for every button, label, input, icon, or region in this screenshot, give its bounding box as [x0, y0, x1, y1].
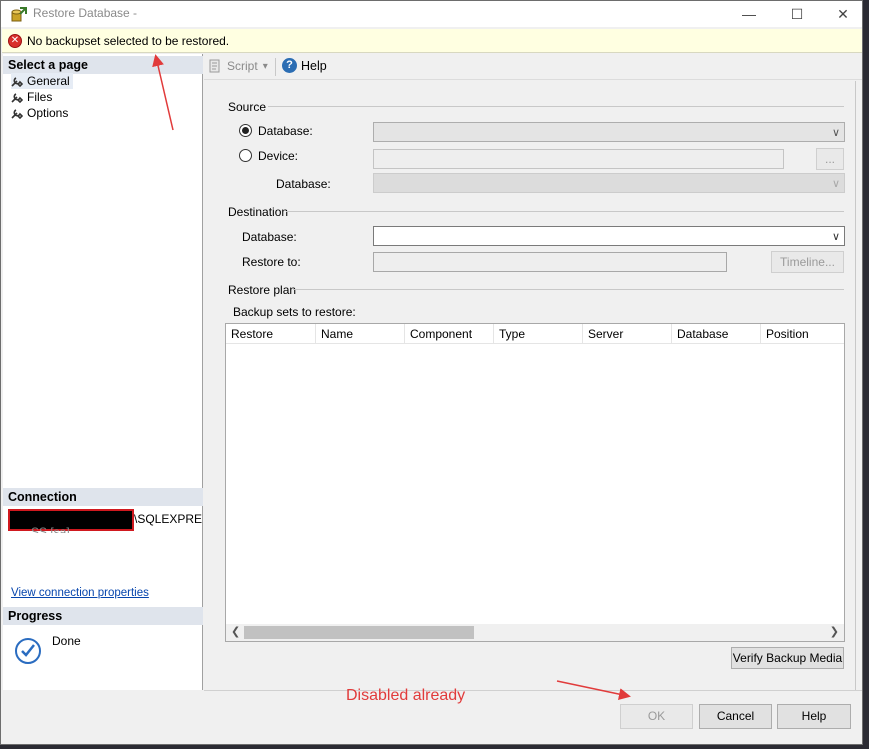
source-sub-database-label: Database: — [276, 177, 331, 191]
scroll-right-icon[interactable]: ❯ — [830, 625, 839, 638]
restore-database-icon — [11, 7, 27, 22]
close-button[interactable]: ✕ — [820, 1, 866, 27]
column-database[interactable]: Database — [672, 324, 761, 344]
column-component[interactable]: Component — [405, 324, 494, 344]
page-files[interactable]: Files — [11, 89, 55, 105]
destination-database-label: Database: — [242, 230, 297, 244]
help-footer-button[interactable]: Help — [777, 704, 851, 729]
source-device-label: Device: — [258, 149, 299, 163]
script-dropdown-icon[interactable]: ▾ — [263, 61, 268, 72]
vertical-scrollbar[interactable] — [856, 81, 862, 690]
restore-plan-divider — [293, 289, 844, 290]
title-bar: Restore Database - — ☐ ✕ — [1, 1, 862, 27]
page-general[interactable]: General — [11, 73, 73, 89]
page-general-label: General — [27, 74, 70, 88]
source-group: Source — [228, 100, 266, 114]
wrench-icon — [11, 109, 23, 119]
wrench-icon — [11, 77, 23, 87]
page-options-label: Options — [27, 106, 69, 120]
source-group-label: Source — [228, 100, 267, 114]
column-name[interactable]: Name — [316, 324, 405, 344]
view-connection-properties-link[interactable]: View connection properties — [11, 587, 149, 599]
progress-header: Progress — [3, 607, 203, 625]
minimize-button[interactable]: — — [726, 1, 772, 27]
grid-header: Restore Name Component Type Server Datab… — [226, 324, 844, 344]
restore-plan-group: Restore plan — [228, 283, 296, 297]
error-message: No backupset selected to be restored. — [27, 34, 230, 48]
source-sub-database-combo[interactable]: ∨ — [373, 173, 845, 193]
restore-to-field[interactable] — [373, 252, 727, 272]
window-title: Restore Database - — [33, 6, 138, 20]
destination-divider — [286, 211, 844, 212]
help-icon: ? — [282, 58, 297, 73]
column-position[interactable]: Position — [761, 324, 844, 344]
left-pane: Select a page General Files Options Conn… — [3, 54, 203, 690]
backup-sets-label: Backup sets to restore: — [233, 305, 356, 319]
restore-database-window: Restore Database - — ☐ ✕ ✕ No backupset … — [0, 0, 863, 745]
column-restore[interactable]: Restore — [226, 324, 316, 344]
ok-button[interactable]: OK — [620, 704, 693, 729]
connection-header: Connection — [3, 488, 203, 506]
chevron-down-icon: ∨ — [831, 178, 840, 190]
select-page-header: Select a page — [3, 56, 203, 74]
page-options[interactable]: Options — [11, 105, 71, 121]
script-button[interactable]: Script ▾ — [208, 59, 268, 73]
script-label: Script — [227, 59, 258, 73]
grid-horizontal-scrollbar[interactable]: ❮ ❯ — [226, 624, 844, 641]
wrench-icon — [11, 93, 23, 103]
chevron-down-icon: ∨ — [831, 127, 840, 139]
maximize-button[interactable]: ☐ — [774, 1, 820, 27]
backup-sets-grid[interactable]: Restore Name Component Type Server Datab… — [225, 323, 845, 642]
connection-login: SS [sa] — [31, 525, 70, 533]
help-toolbar-button[interactable]: ? Help — [282, 58, 327, 73]
destination-database-combo[interactable]: ∨ — [373, 226, 845, 246]
redacted-server-name — [8, 509, 134, 531]
device-browse-button[interactable]: ... — [816, 148, 844, 170]
source-device-field[interactable] — [373, 149, 784, 169]
error-infobar: ✕ No backupset selected to be restored. — [2, 29, 862, 53]
source-database-label: Database: — [258, 124, 313, 138]
source-database-combo[interactable]: ∨ — [373, 122, 845, 142]
scrollbar-thumb[interactable] — [244, 626, 474, 639]
destination-group-label: Destination — [228, 205, 289, 219]
help-toolbar-label: Help — [301, 58, 327, 73]
column-type[interactable]: Type — [494, 324, 583, 344]
page-files-label: Files — [27, 90, 53, 104]
annotation-text: Disabled already — [346, 687, 466, 704]
verify-backup-media-button[interactable]: Verify Backup Media — [731, 647, 844, 669]
restore-plan-group-label: Restore plan — [228, 283, 297, 297]
source-device-radio[interactable] — [239, 149, 252, 162]
destination-group: Destination — [228, 205, 288, 219]
timeline-button[interactable]: Timeline... — [771, 251, 844, 273]
scroll-left-icon[interactable]: ❮ — [231, 625, 240, 638]
source-database-radio[interactable] — [239, 124, 252, 137]
progress-status: Done — [52, 634, 81, 648]
connection-server: \SQLEXPRE — [134, 512, 203, 526]
cancel-button[interactable]: Cancel — [699, 704, 772, 729]
error-icon: ✕ — [8, 34, 22, 48]
footer-separator — [204, 690, 862, 691]
toolbar: Script ▾ ? Help — [204, 54, 862, 80]
restore-to-label: Restore to: — [242, 255, 301, 269]
script-icon — [209, 59, 220, 73]
done-check-icon — [15, 638, 41, 664]
column-server[interactable]: Server — [583, 324, 672, 344]
toolbar-separator — [275, 58, 276, 76]
source-divider — [268, 106, 844, 107]
chevron-down-icon: ∨ — [831, 231, 840, 243]
